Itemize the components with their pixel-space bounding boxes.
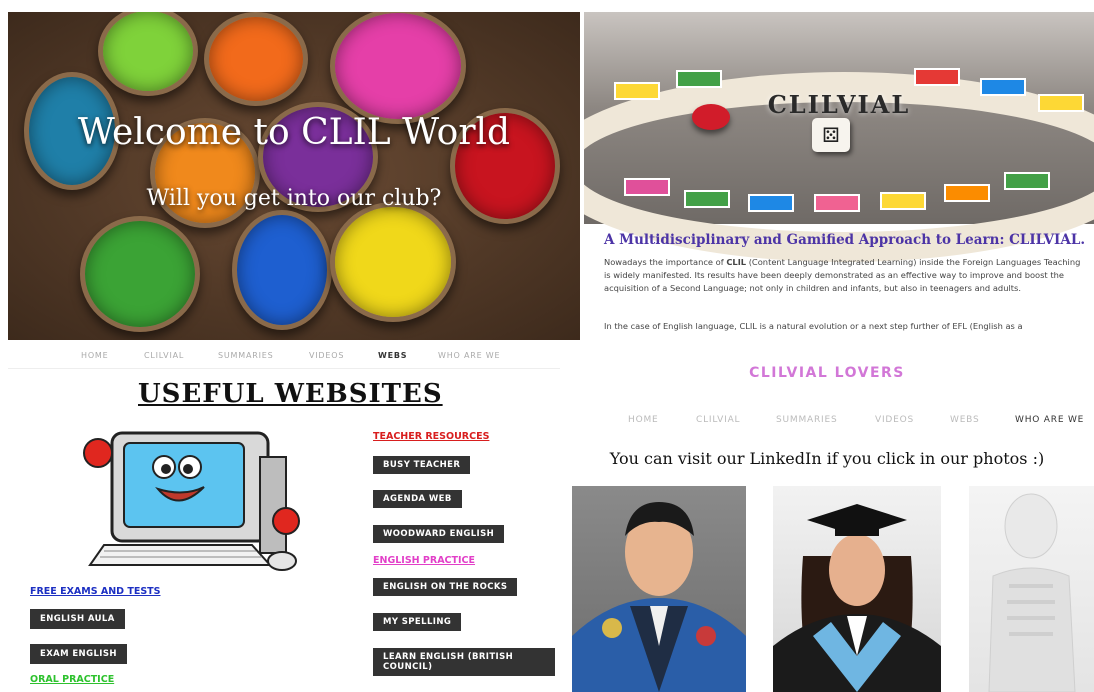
busy-teacher-button[interactable]: BUSY TEACHER (373, 456, 471, 474)
woodward-english-button[interactable]: WOODWARD ENGLISH (373, 525, 505, 543)
nav-summaries[interactable]: SUMMARIES (218, 351, 273, 360)
clil-term: CLIL (726, 257, 747, 267)
nav-webs[interactable]: WEBS (378, 351, 407, 360)
learn-english-button[interactable]: LEARN ENGLISH (BRITISH COUNCIL) (373, 648, 555, 676)
post-paragraph: Nowadays the importance of CLIL (Content… (604, 256, 1084, 295)
graduate-portrait-icon (572, 502, 746, 692)
nav-home[interactable]: HOME (81, 351, 108, 360)
graduate-portrait-icon (773, 504, 941, 692)
powder-bowl (330, 12, 466, 124)
board-tile (944, 184, 990, 202)
board-tile (676, 70, 722, 88)
powder-bowl (80, 216, 200, 332)
exam-english-button[interactable]: EXAM ENGLISH (30, 644, 127, 664)
nav-who-are-we[interactable]: WHO ARE WE (1015, 415, 1084, 425)
powder-bowl (204, 12, 308, 106)
board-tile (748, 194, 794, 212)
clilvial-blog-panel: CLILVIAL ⚄ A Multidisciplinary and Gamif… (584, 12, 1094, 340)
english-practice-heading[interactable]: ENGLISH PRACTICE (373, 555, 475, 566)
english-on-the-rocks-button[interactable]: ENGLISH ON THE ROCKS (373, 578, 518, 596)
board-game-banner: CLILVIAL ⚄ (584, 12, 1094, 262)
linkedin-text: You can visit our LinkedIn if you click … (609, 449, 1045, 468)
free-exams-heading[interactable]: FREE EXAMS AND TESTS (30, 586, 161, 597)
member-photo[interactable] (773, 486, 941, 692)
board-tile (914, 68, 960, 86)
nav-webs[interactable]: WEBS (950, 415, 980, 425)
post-paragraph: In the case of English language, CLIL is… (604, 321, 1023, 331)
nav-videos[interactable]: VIDEOS (309, 351, 344, 360)
board-tile (684, 190, 730, 208)
board-tile (880, 192, 926, 210)
member-photo[interactable] (572, 486, 746, 692)
powder-bowl (330, 202, 456, 322)
nav-home[interactable]: HOME (628, 415, 659, 425)
clilvial-lovers-panel: CLILVIAL LOVERS HOME CLILVIAL SUMMARIES … (560, 343, 1094, 692)
nav-clilvial[interactable]: CLILVIAL (696, 415, 740, 425)
post-title[interactable]: A Multidisciplinary and Gamified Approac… (604, 232, 1085, 248)
board-tile (624, 178, 670, 196)
nav-summaries[interactable]: SUMMARIES (776, 415, 838, 425)
lovers-title: CLILVIAL LOVERS (749, 365, 905, 381)
nav-videos[interactable]: VIDEOS (875, 415, 914, 425)
nav-clilvial[interactable]: CLILVIAL (144, 351, 184, 360)
board-tile (814, 194, 860, 212)
dice-icon: ⚄ (812, 118, 850, 152)
computer-mascot-icon (83, 431, 300, 571)
board-tile (1004, 172, 1050, 190)
welcome-hero-panel: Welcome to CLIL World Will you get into … (8, 12, 580, 340)
page-heading: USEFUL WEBSITES (138, 379, 443, 409)
hero-subtitle: Will you get into our club? (146, 186, 442, 211)
my-spelling-button[interactable]: MY SPELLING (373, 613, 462, 631)
english-aula-button[interactable]: ENGLISH AULA (30, 609, 125, 629)
powder-bowl (98, 12, 198, 96)
nav-who-are-we[interactable]: WHO ARE WE (438, 351, 500, 360)
banner-title: CLILVIAL (767, 90, 911, 119)
teacher-resources-heading[interactable]: TEACHER RESOURCES (373, 431, 489, 442)
useful-websites-panel: HOME CLILVIAL SUMMARIES VIDEOS WEBS WHO … (8, 343, 560, 692)
member-photo[interactable] (969, 486, 1094, 692)
oral-practice-heading[interactable]: ORAL PRACTICE (30, 674, 114, 685)
post-text: Nowadays the importance of (604, 257, 727, 267)
hero-title: Welcome to CLIL World (77, 112, 511, 153)
agenda-web-button[interactable]: AGENDA WEB (373, 490, 462, 508)
powder-bowl (232, 210, 332, 330)
nav-bar: HOME CLILVIAL SUMMARIES VIDEOS WEBS WHO … (8, 351, 560, 369)
skeleton-costume-icon (988, 493, 1076, 692)
